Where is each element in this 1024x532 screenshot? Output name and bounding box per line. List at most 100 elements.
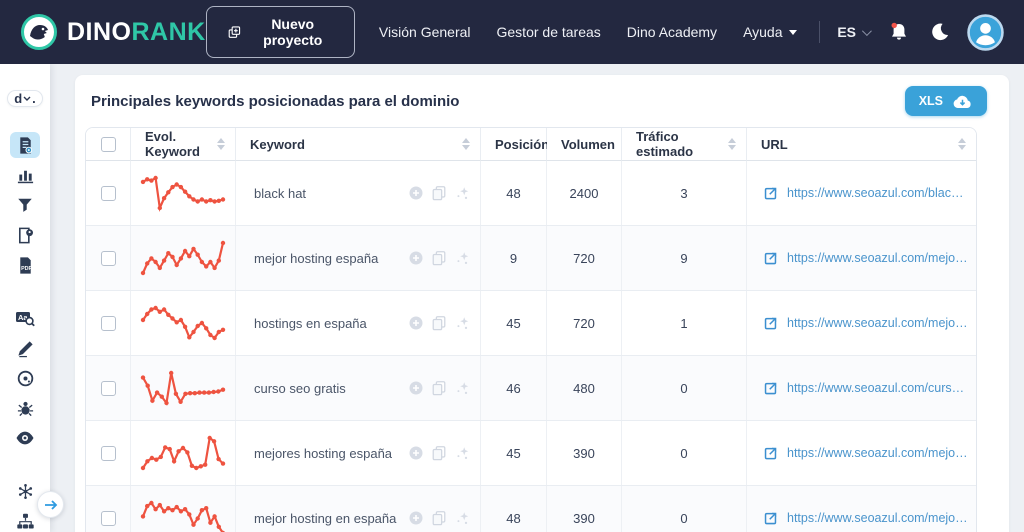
copy-keyword-icon[interactable]: [431, 185, 447, 201]
col-url[interactable]: URL: [747, 128, 976, 161]
ai-sparkles-icon[interactable]: [454, 445, 470, 461]
top-navbar: DINORANK Nuevo proyecto Visión General G…: [0, 0, 1024, 64]
sidebar-item-site-structure[interactable]: [10, 508, 40, 532]
nav-dino-academy[interactable]: Dino Academy: [627, 24, 717, 40]
project-selector[interactable]: d .: [7, 90, 43, 107]
external-link-icon[interactable]: [763, 316, 778, 331]
volume-value: 390: [547, 486, 622, 532]
col-trafico-estimado[interactable]: Tráfico estimado: [622, 128, 747, 161]
dinorank-app: DINORANK Nuevo proyecto Visión General G…: [0, 0, 1024, 532]
export-xls-button[interactable]: XLS: [904, 86, 987, 116]
col-posicion[interactable]: Posición: [481, 128, 566, 161]
result-url-link[interactable]: https://www.seoazul.com/mejor-...: [787, 251, 968, 265]
keyword-trend-sparkline[interactable]: [139, 434, 227, 472]
ai-sparkles-icon[interactable]: [454, 380, 470, 396]
page-title: Principales keywords posicionadas para e…: [91, 92, 460, 110]
row-checkbox[interactable]: [100, 250, 116, 266]
sidebar-item-keywords-report[interactable]: [10, 132, 40, 158]
user-avatar[interactable]: [967, 13, 1004, 51]
sidebar-item-visibility[interactable]: [10, 425, 40, 451]
result-url-link[interactable]: https://www.seoazul.com/curso-g...: [787, 381, 968, 395]
copy-keyword-icon[interactable]: [431, 445, 447, 461]
keyword-trend-sparkline[interactable]: [139, 369, 227, 407]
add-keyword-icon[interactable]: [408, 185, 424, 201]
ai-sparkles-icon[interactable]: [454, 315, 470, 331]
keyword-text: curso seo gratis: [254, 380, 346, 396]
result-url-link[interactable]: https://www.seoazul.com/mejor-...: [787, 316, 968, 330]
col-evol-keyword[interactable]: Evol. Keyword: [131, 128, 236, 161]
nav-vision-general[interactable]: Visión General: [379, 24, 471, 40]
col-volumen[interactable]: Volumen: [547, 128, 631, 161]
sort-icon[interactable]: [958, 138, 966, 150]
select-all-checkbox[interactable]: [100, 136, 116, 152]
copy-keyword-icon[interactable]: [431, 250, 447, 266]
notification-dot: [891, 22, 897, 29]
position-value: 48: [481, 486, 547, 532]
notifications-button[interactable]: [887, 20, 911, 44]
external-link-icon[interactable]: [763, 186, 778, 201]
new-project-button[interactable]: Nuevo proyecto: [205, 6, 355, 58]
sort-icon[interactable]: [728, 138, 736, 150]
nav-ayuda-dropdown[interactable]: Ayuda: [743, 24, 797, 40]
ai-sparkles-icon[interactable]: [454, 510, 470, 526]
sidebar-expand-button[interactable]: [37, 491, 64, 518]
traffic-value: 0: [622, 356, 747, 420]
row-checkbox[interactable]: [100, 445, 116, 461]
result-url-link[interactable]: https://www.seoazul.com/mejor-...: [787, 511, 968, 525]
copy-keyword-icon[interactable]: [431, 510, 447, 526]
keyword-trend-sparkline[interactable]: [139, 304, 227, 342]
sidebar-item-content-editor[interactable]: [10, 335, 40, 361]
add-keyword-icon[interactable]: [408, 380, 424, 396]
keyword-text: hostings en españa: [254, 315, 367, 331]
sort-icon[interactable]: [462, 138, 470, 150]
add-keyword-icon[interactable]: [408, 445, 424, 461]
avatar-icon: [967, 13, 1004, 51]
sidebar-item-pdf-export[interactable]: PDF: [10, 252, 40, 278]
table-row: curso seo gratis 46 480 0 https://www.se…: [86, 356, 976, 421]
external-link-icon[interactable]: [763, 511, 778, 526]
traffic-value: 1: [622, 291, 747, 355]
table-row: mejor hosting en españa 48 390 0 https:/…: [86, 486, 976, 532]
sidebar-item-keyword-filter[interactable]: [10, 192, 40, 218]
add-project-icon: [228, 25, 240, 38]
sidebar-item-crawler[interactable]: [10, 395, 40, 421]
row-checkbox[interactable]: [100, 380, 116, 396]
dinorank-logo[interactable]: DINORANK: [20, 13, 206, 51]
ai-sparkles-icon[interactable]: [454, 185, 470, 201]
table-row: mejores hosting españa 45 390 0 https://…: [86, 421, 976, 486]
copy-keyword-icon[interactable]: [431, 380, 447, 396]
ai-sparkles-icon[interactable]: [454, 250, 470, 266]
sidebar-item-link-circle[interactable]: [10, 365, 40, 391]
sidebar-item-page-location[interactable]: [10, 222, 40, 248]
traffic-value: 0: [622, 421, 747, 485]
dark-mode-toggle[interactable]: [929, 21, 951, 43]
add-keyword-icon[interactable]: [408, 510, 424, 526]
position-value: 45: [481, 421, 547, 485]
sidebar-item-text-search[interactable]: Aa: [10, 305, 40, 331]
keyword-text: mejor hosting en españa: [254, 510, 397, 526]
add-keyword-icon[interactable]: [408, 250, 424, 266]
external-link-icon[interactable]: [763, 446, 778, 461]
result-url-link[interactable]: https://www.seoazul.com/mejor-...: [787, 446, 968, 460]
external-link-icon[interactable]: [763, 381, 778, 396]
sort-icon[interactable]: [217, 138, 225, 150]
row-checkbox[interactable]: [100, 185, 116, 201]
card-header: Principales keywords posicionadas para e…: [75, 75, 1009, 127]
nav-gestor-de-tareas[interactable]: Gestor de tareas: [497, 24, 601, 40]
keyword-trend-sparkline[interactable]: [139, 499, 227, 532]
copy-keyword-icon[interactable]: [431, 315, 447, 331]
position-value: 48: [481, 161, 547, 225]
col-keyword[interactable]: Keyword: [236, 128, 481, 161]
sidebar-item-internal-linking[interactable]: [10, 478, 40, 504]
row-checkbox[interactable]: [100, 315, 116, 331]
add-keyword-icon[interactable]: [408, 315, 424, 331]
main-navigation: Visión General Gestor de tareas Dino Aca…: [379, 24, 797, 40]
keyword-trend-sparkline[interactable]: [139, 239, 227, 277]
external-link-icon[interactable]: [763, 251, 778, 266]
row-checkbox[interactable]: [100, 510, 116, 526]
result-url-link[interactable]: https://www.seoazul.com/black-h...: [787, 186, 968, 200]
keyword-text: mejores hosting españa: [254, 445, 393, 461]
language-selector[interactable]: ES: [837, 24, 872, 40]
keyword-trend-sparkline[interactable]: [139, 174, 227, 212]
sidebar-item-ranking-chart[interactable]: [10, 162, 40, 188]
